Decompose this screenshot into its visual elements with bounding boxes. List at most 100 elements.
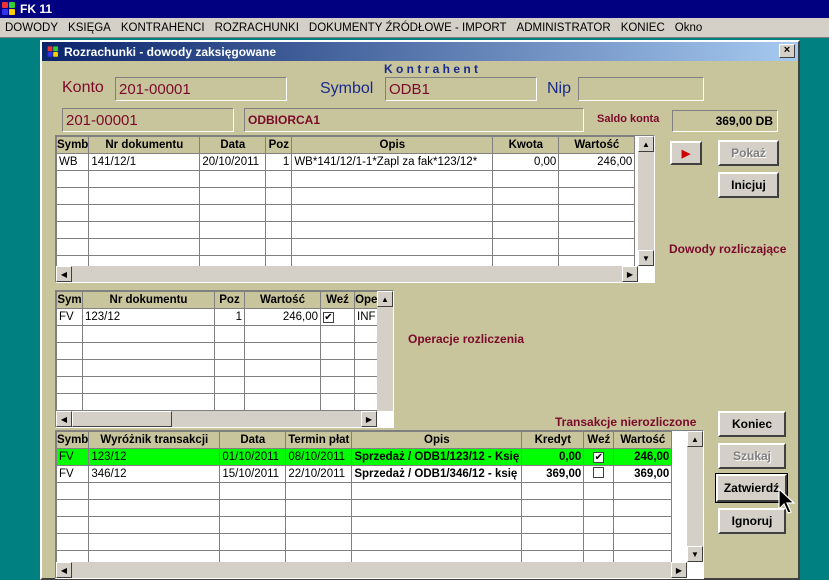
table-row-selected[interactable]: FV 123/12 01/10/2011 08/10/2011 Sprzedaż…	[56, 448, 673, 466]
menu-rozrachunki[interactable]: ROZRACHUNKI	[210, 22, 304, 34]
cell-termin[interactable]: 08/10/2011	[285, 448, 353, 466]
checkbox-unchecked-icon[interactable]	[593, 467, 605, 478]
cell-symb[interactable]: FV	[56, 465, 90, 483]
dowody-hscrollbar[interactable]: ◀ ▶	[56, 266, 638, 282]
szukaj-button[interactable]: Szukaj	[718, 443, 786, 469]
konto-field[interactable]: 201-00001	[115, 77, 287, 101]
table-row[interactable]	[56, 393, 379, 411]
zatwierdz-button[interactable]: Zatwierdź	[715, 473, 788, 503]
col-nr-dokumentu[interactable]: Nr dokumentu	[88, 136, 201, 154]
col-opis[interactable]: Opis	[291, 136, 494, 154]
scroll-thumb[interactable]	[72, 411, 172, 427]
col-poz[interactable]: Poz	[265, 136, 293, 154]
table-row[interactable]	[56, 516, 673, 534]
table-row[interactable]	[56, 499, 673, 517]
cell-opis[interactable]: Sprzedaż / ODB1/123/12 - Księ	[351, 448, 523, 466]
col-data[interactable]: Data	[199, 136, 267, 154]
table-row[interactable]	[56, 482, 673, 500]
table-row[interactable]	[56, 204, 636, 222]
cell-wez[interactable]	[583, 465, 615, 483]
col-wez[interactable]: Weź	[583, 431, 615, 449]
cell-wartosc[interactable]: 246,00	[558, 153, 636, 171]
ignoruj-button[interactable]: Ignoruj	[718, 508, 786, 534]
cell-wez[interactable]: ✔	[320, 308, 355, 326]
table-row[interactable]: WB 141/12/1 20/10/2011 1 WB*141/12/1-1*Z…	[56, 153, 636, 171]
scroll-right-icon[interactable]: ▶	[671, 562, 687, 578]
cell-opis[interactable]: Sprzedaż / ODB1/346/12 - księ	[351, 465, 523, 483]
cell-sym[interactable]: FV	[56, 308, 83, 326]
table-row[interactable]	[56, 187, 636, 205]
pokaz-button[interactable]: Pokaż	[718, 140, 779, 166]
col-opis[interactable]: Opis	[351, 431, 523, 449]
scroll-up-icon[interactable]: ▲	[687, 431, 703, 447]
col-sym[interactable]: Sym	[56, 291, 83, 309]
nip-field[interactable]	[578, 77, 704, 101]
scroll-left-icon[interactable]: ◀	[56, 562, 72, 578]
close-icon[interactable]: ×	[779, 44, 795, 58]
table-row[interactable]: FV 123/12 1 246,00 ✔ INF	[56, 308, 379, 326]
col-wartosc[interactable]: Wartość	[558, 136, 636, 154]
col-nr-dokumentu[interactable]: Nr dokumentu	[82, 291, 215, 309]
table-row[interactable]: FV 346/12 15/10/2011 22/10/2011 Sprzedaż…	[56, 465, 673, 483]
scroll-left-icon[interactable]: ◀	[56, 266, 72, 282]
cell-opis[interactable]: WB*141/12/1-1*Zapl za fak*123/12*	[291, 153, 494, 171]
transakcje-vscrollbar[interactable]: ▲ ▼	[687, 431, 703, 562]
menu-koniec[interactable]: KONIEC	[616, 22, 670, 34]
cell-poz[interactable]: 1	[214, 308, 245, 326]
cell-wartosc[interactable]: 246,00	[613, 448, 673, 466]
arrow-right-button[interactable]: ▶	[670, 141, 702, 165]
cell-wartosc[interactable]: 369,00	[613, 465, 673, 483]
col-ope[interactable]: Ope	[354, 291, 379, 309]
table-row[interactable]	[56, 533, 673, 551]
cell-wez[interactable]: ✔	[583, 448, 615, 466]
checkbox-checked-icon[interactable]: ✔	[593, 452, 605, 463]
table-row[interactable]	[56, 325, 379, 343]
col-kredyt[interactable]: Kredyt	[521, 431, 585, 449]
col-wartosc[interactable]: Wartość	[613, 431, 673, 449]
operacje-hscrollbar[interactable]: ◀ ▶	[56, 411, 377, 427]
table-row[interactable]	[56, 359, 379, 377]
menu-kontrahenci[interactable]: KONTRAHENCI	[116, 22, 210, 34]
menu-dowody[interactable]: DOWODY	[0, 22, 63, 34]
scroll-left-icon[interactable]: ◀	[56, 411, 72, 427]
cell-termin[interactable]: 22/10/2011	[285, 465, 353, 483]
col-poz[interactable]: Poz	[214, 291, 245, 309]
cell-data[interactable]: 20/10/2011	[199, 153, 267, 171]
col-wez[interactable]: Weź	[320, 291, 355, 309]
operacje-vscrollbar[interactable]: ▲	[377, 291, 393, 411]
table-row[interactable]	[56, 238, 636, 256]
cell-kwota[interactable]: 0,00	[492, 153, 560, 171]
cell-ope[interactable]: INF	[354, 308, 379, 326]
table-row[interactable]	[56, 221, 636, 239]
scroll-up-icon[interactable]: ▲	[377, 291, 393, 307]
cell-symb[interactable]: FV	[56, 448, 90, 466]
menu-ksiega[interactable]: KSIĘGA	[63, 22, 116, 34]
cell-wartosc[interactable]: 246,00	[244, 308, 321, 326]
cell-data[interactable]: 15/10/2011	[219, 465, 287, 483]
transakcje-hscrollbar[interactable]: ◀ ▶	[56, 562, 687, 578]
cell-kredyt[interactable]: 369,00	[521, 465, 585, 483]
scroll-right-icon[interactable]: ▶	[361, 411, 377, 427]
cell-nr-dokumentu[interactable]: 141/12/1	[88, 153, 201, 171]
symbol-field[interactable]: ODB1	[385, 77, 537, 101]
cell-wyroznik[interactable]: 346/12	[88, 465, 221, 483]
scroll-down-icon[interactable]: ▼	[638, 250, 654, 266]
cell-symb[interactable]: WB	[56, 153, 90, 171]
cell-poz[interactable]: 1	[265, 153, 293, 171]
inicjuj-button[interactable]: Inicjuj	[718, 172, 779, 198]
cell-wyroznik[interactable]: 123/12	[88, 448, 221, 466]
menu-okno[interactable]: Okno	[670, 22, 708, 34]
col-data[interactable]: Data	[219, 431, 287, 449]
dowody-vscrollbar[interactable]: ▲ ▼	[638, 136, 654, 266]
table-row[interactable]	[56, 170, 636, 188]
col-kwota[interactable]: Kwota	[492, 136, 560, 154]
col-symb[interactable]: Symb	[56, 136, 90, 154]
menu-administrator[interactable]: ADMINISTRATOR	[512, 22, 616, 34]
cell-data[interactable]: 01/10/2011	[219, 448, 287, 466]
scroll-right-icon[interactable]: ▶	[622, 266, 638, 282]
scroll-down-icon[interactable]: ▼	[687, 546, 703, 562]
col-wyroznik[interactable]: Wyróżnik transakcji	[88, 431, 221, 449]
table-row[interactable]	[56, 342, 379, 360]
cell-kredyt[interactable]: 0,00	[521, 448, 585, 466]
col-symb[interactable]: Symb	[56, 431, 90, 449]
